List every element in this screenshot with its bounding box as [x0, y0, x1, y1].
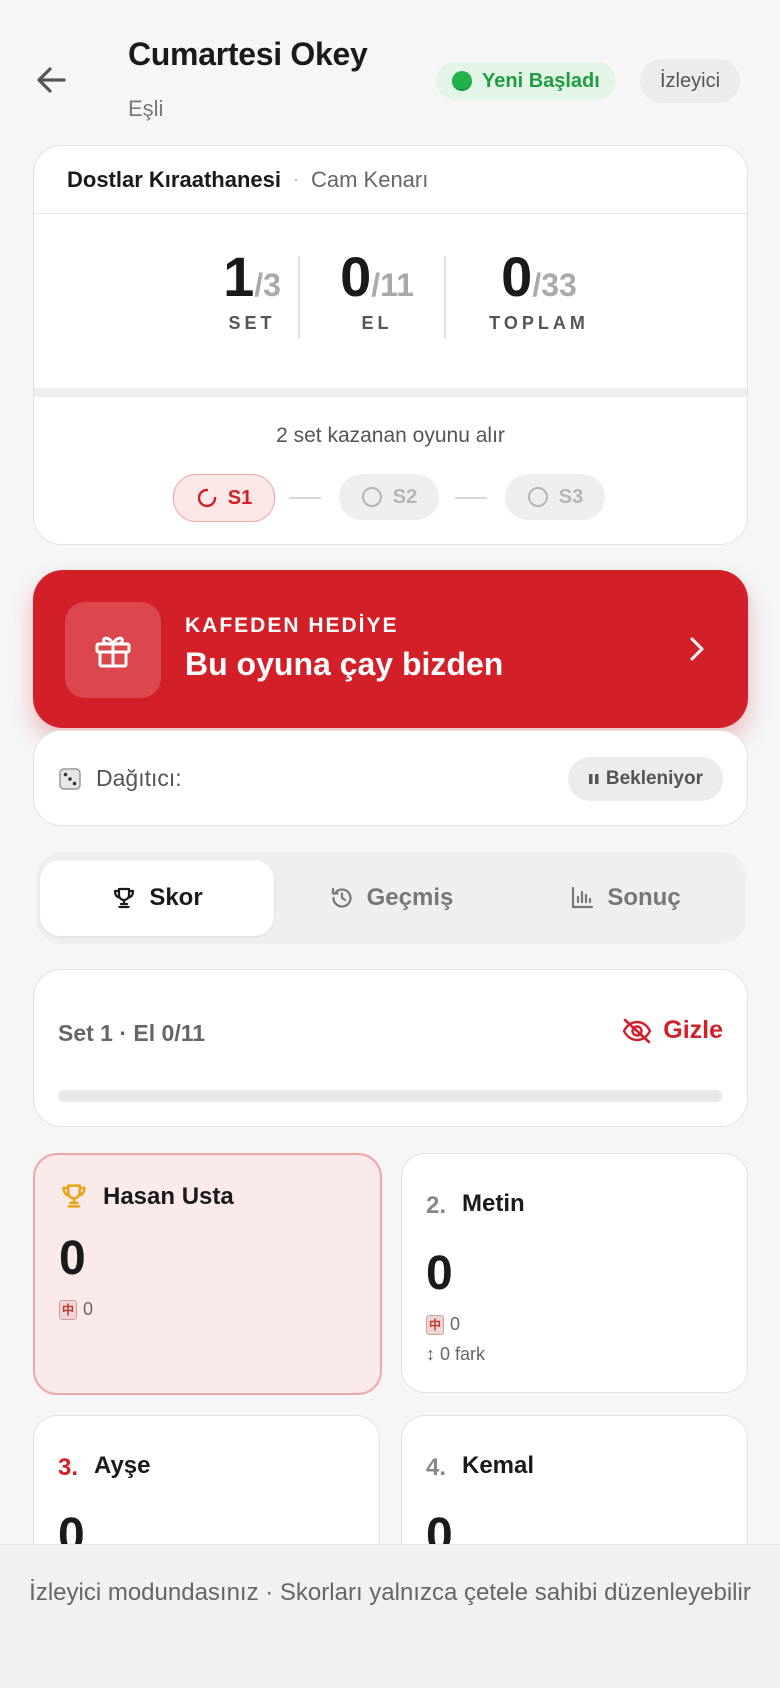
okey-count-value: 0	[450, 1314, 461, 1334]
tile-icon: 中	[426, 1314, 444, 1335]
arrow-left-icon	[37, 67, 66, 93]
status-badge: Yeni Başladı	[436, 62, 616, 100]
tab-score[interactable]: Skor	[40, 860, 274, 936]
tile-icon: 中	[59, 1299, 77, 1320]
player-card-2: 2. Metin 0 中 0 ↕ 0 fark	[401, 1153, 748, 1393]
section-divider	[34, 388, 747, 397]
stat-label: SET	[228, 313, 276, 333]
promo-title: Bu oyuna çay bizden	[185, 646, 504, 682]
history-icon	[331, 887, 352, 908]
dice-icon	[58, 767, 82, 797]
tab-label: Sonuç	[607, 884, 681, 911]
pause-icon	[588, 774, 599, 784]
player-rank: 4.	[426, 1454, 447, 1481]
stat-label: EL	[361, 313, 393, 333]
set-connector	[455, 497, 487, 499]
hide-label: Gizle	[663, 1016, 723, 1044]
hand-progress-card: Set 1 · El 0/11 Gizle	[33, 969, 748, 1127]
score-diff: ↕ 0 fark	[426, 1344, 486, 1364]
win-rule: 2 set kazanan oyunu alır	[276, 424, 505, 447]
game-summary-card: Dostlar Kıraathanesi · Cam Kenarı 1/3 SE…	[33, 145, 748, 545]
divider	[298, 256, 300, 338]
stat-total: /11	[371, 267, 414, 303]
set-pill-2: S2	[339, 474, 439, 520]
venue-row: Dostlar Kıraathanesi · Cam Kenarı	[34, 146, 747, 214]
stat-total-hands: 0/33 TOPLAM	[454, 244, 624, 334]
player-rank: 3.	[58, 1454, 79, 1481]
live-dot-icon	[452, 71, 472, 91]
stat-set: 1/3 SET	[182, 244, 322, 334]
player-name: Hasan Usta	[103, 1183, 234, 1210]
divider	[444, 256, 446, 338]
dealer-status-label: Bekleniyor	[605, 768, 703, 789]
status-badge-label: Yeni Başladı	[482, 69, 600, 92]
tab-label: Skor	[149, 884, 203, 911]
circle-icon	[361, 487, 382, 507]
stat-hand: 0/11 EL	[312, 244, 442, 334]
stat-total: /3	[254, 267, 281, 303]
trophy-icon	[114, 887, 135, 909]
circle-icon	[527, 487, 548, 507]
set-connector	[289, 497, 321, 499]
stat-total: /33	[532, 267, 577, 303]
stat-label: TOPLAM	[489, 313, 589, 333]
chevron-right-icon	[680, 630, 712, 673]
set-pill-label: S1	[227, 486, 253, 509]
player-name: Ayşe	[94, 1452, 151, 1479]
tab-history[interactable]: Geçmiş	[274, 860, 508, 936]
tab-label: Geçmiş	[366, 884, 454, 911]
progress-bar	[58, 1090, 722, 1102]
venue-separator: ·	[292, 169, 299, 189]
player-card-1: Hasan Usta 0 中 0	[33, 1153, 382, 1395]
trophy-icon	[59, 1181, 89, 1216]
progress-label: Set 1 · El 0/11	[58, 1020, 206, 1046]
set-pill-label: S2	[392, 485, 418, 508]
dealer-label: Dağıtıcı:	[96, 765, 182, 791]
promo-kicker: KAFEDEN HEDİYE	[185, 614, 399, 637]
eye-off-icon	[623, 1018, 652, 1043]
cafe-gift-banner[interactable]: KAFEDEN HEDİYE Bu oyuna çay bizden	[33, 570, 748, 728]
okey-count-value: 0	[83, 1299, 94, 1319]
spinner-icon	[197, 488, 216, 508]
game-type: Eşli	[128, 96, 164, 121]
player-name: Kemal	[462, 1452, 535, 1479]
stat-value: 0	[340, 245, 372, 308]
tab-bar: Skor Geçmiş Sonuç	[36, 852, 746, 944]
okey-count: 中 0	[426, 1314, 460, 1335]
dealer-status-badge: Bekleniyor	[567, 757, 723, 801]
back-button[interactable]	[30, 58, 74, 102]
player-rank: 2.	[426, 1192, 447, 1219]
table-name: Cam Kenarı	[310, 166, 429, 192]
player-score: 0	[59, 1232, 86, 1285]
tab-result[interactable]: Sonuç	[508, 860, 742, 936]
set-pill-1: S1	[173, 474, 275, 522]
player-score: 0	[426, 1247, 453, 1300]
stat-value: 1	[223, 245, 255, 308]
bar-chart-icon	[572, 886, 594, 909]
viewer-mode-notice: İzleyici modundasınız · Skorları yalnızc…	[0, 1544, 780, 1688]
venue-name: Dostlar Kıraathanesi	[67, 166, 281, 192]
player-name: Metin	[462, 1190, 525, 1217]
okey-count: 中 0	[59, 1299, 93, 1320]
hide-scores-button[interactable]: Gizle	[621, 1016, 723, 1045]
dealer-row: Dağıtıcı: Bekleniyor	[33, 730, 748, 826]
set-pill-label: S3	[558, 485, 584, 508]
gift-icon	[65, 602, 161, 698]
set-pill-3: S3	[505, 474, 605, 520]
stat-value: 0	[501, 245, 533, 308]
page-title: Cumartesi Okey	[128, 36, 368, 72]
viewer-mode-badge: İzleyici	[640, 59, 741, 103]
